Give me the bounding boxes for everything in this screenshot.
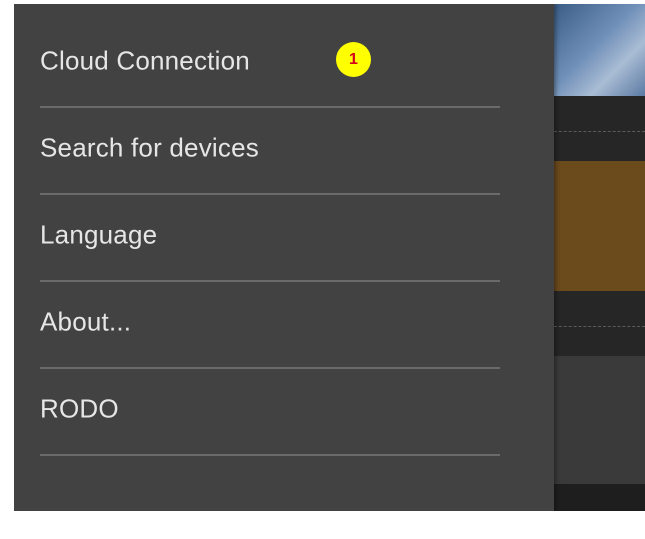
annotation-badge: 1	[336, 42, 371, 77]
menu-item-about[interactable]: About...	[40, 282, 500, 369]
menu-item-label: RODO	[40, 393, 119, 424]
background-photo	[554, 4, 645, 96]
background-footer-bar	[554, 484, 645, 511]
background-divider	[554, 326, 645, 327]
background-content	[554, 4, 645, 511]
menu-item-language[interactable]: Language	[40, 195, 500, 282]
menu-item-search-for-devices[interactable]: Search for devices	[40, 108, 500, 195]
background-card	[554, 161, 645, 291]
menu-item-label: Cloud Connection	[40, 45, 250, 76]
background-header-bar	[554, 96, 645, 161]
navigation-drawer: Cloud Connection Search for devices Lang…	[14, 4, 554, 511]
menu-item-label: Language	[40, 219, 158, 250]
background-card	[554, 356, 645, 484]
menu-item-label: About...	[40, 306, 132, 337]
app-screen: Cloud Connection Search for devices Lang…	[14, 4, 645, 511]
menu-item-cloud-connection[interactable]: Cloud Connection	[40, 21, 500, 108]
background-divider	[554, 131, 645, 132]
menu-item-rodo[interactable]: RODO	[40, 369, 500, 456]
menu-item-label: Search for devices	[40, 132, 259, 163]
background-header-bar	[554, 291, 645, 356]
